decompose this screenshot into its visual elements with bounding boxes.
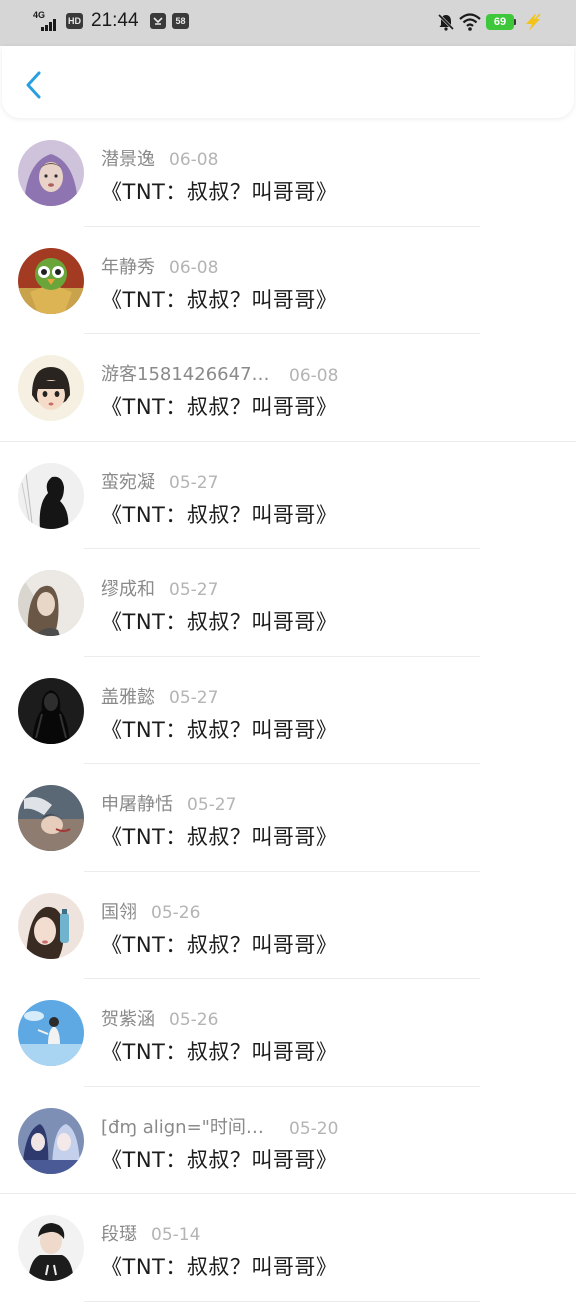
sender-name: 蛮宛凝 (101, 471, 155, 493)
divider (84, 1300, 480, 1302)
sender-name: 盖雅懿 (101, 686, 155, 708)
hd-voice-icon: HD (66, 13, 83, 29)
message-date: 06-08 (169, 150, 219, 170)
message-meta: 潜景逸 06-08 (101, 145, 218, 171)
message-list: 潜景逸 06-08 《TNT：叔叔？叫哥哥》 年静秀 06-08 《TNT：叔叔？叫… (0, 119, 576, 1302)
list-item[interactable]: 缪成和 05-27 《TNT：叔叔？叫哥哥》 (0, 549, 576, 657)
avatar[interactable] (18, 677, 84, 744)
mute-bell-icon (437, 13, 455, 31)
message-meta: 盖雅懿 05-27 (101, 683, 218, 709)
avatar[interactable] (18, 785, 84, 851)
message-title: 《TNT：叔叔？叫哥哥》 (101, 717, 338, 742)
message-meta: 贺紫涵 05-26 (101, 1005, 218, 1031)
message-title: 《TNT：叔叔？叫哥哥》 (101, 502, 338, 527)
list-item[interactable]: 游客1581426647… 06-08 《TNT：叔叔？叫哥哥》 (0, 334, 576, 442)
avatar[interactable] (18, 570, 84, 636)
message-date: 06-08 (169, 257, 219, 278)
message-title: 《TNT：叔叔？叫哥哥》 (101, 932, 338, 957)
message-meta: 国翎 05-26 (101, 898, 200, 924)
message-title: 《TNT：叔叔？叫哥哥》 (101, 1255, 338, 1279)
sender-name: 游客1581426647… (101, 364, 270, 385)
message-meta: 缪成和 05-27 (101, 575, 218, 601)
message-meta: 段璱 05-14 (101, 1220, 200, 1246)
list-item[interactable]: 蛮宛凝 05-27 《TNT：叔叔？叫哥哥》 (0, 442, 576, 549)
sender-name: 贺紫涵 (101, 1009, 155, 1030)
avatar[interactable] (18, 140, 84, 206)
message-meta: 申屠静恬 05-27 (101, 790, 236, 816)
app-notification-icon (150, 13, 166, 29)
list-item[interactable]: 年静秀 06-08 《TNT：叔叔？叫哥哥》 (0, 227, 576, 334)
top-app-bar (2, 46, 574, 118)
message-date: 05-14 (151, 1225, 201, 1245)
message-title: 《TNT：叔叔？叫哥哥》 (101, 1040, 338, 1064)
message-meta: [đɱ align="时间… 05-20 (101, 1113, 338, 1139)
battery-level: 69 (486, 14, 514, 30)
message-title: 《TNT：叔叔？叫哥哥》 (101, 610, 338, 634)
avatar[interactable] (18, 462, 84, 529)
message-meta: 游客1581426647… 06-08 (101, 360, 338, 386)
wifi-icon (459, 13, 481, 31)
message-date: 05-27 (169, 580, 219, 600)
message-date: 05-20 (289, 1118, 339, 1139)
chevron-left-icon (26, 71, 41, 99)
sender-name: [đɱ align="时间… (101, 1116, 264, 1138)
message-date: 05-27 (187, 795, 237, 815)
message-meta: 年静秀 06-08 (101, 253, 218, 279)
message-date: 05-27 (169, 472, 219, 493)
message-title: 《TNT：叔叔？叫哥哥》 (101, 825, 338, 849)
charging-bolt-icon (526, 13, 541, 31)
sender-name: 国翎 (101, 901, 137, 923)
sender-name: 段璱 (101, 1224, 137, 1245)
sender-name: 潜景逸 (101, 149, 155, 170)
avatar[interactable] (18, 247, 84, 314)
list-item[interactable]: 段璱 05-14 《TNT：叔叔？叫哥哥》 (0, 1194, 576, 1302)
battery-cap (514, 19, 516, 25)
notification-count-badge: 58 (172, 13, 189, 29)
message-date: 05-26 (151, 902, 201, 923)
list-item[interactable]: 国翎 05-26 《TNT：叔叔？叫哥哥》 (0, 872, 576, 979)
message-date: 06-08 (289, 366, 339, 386)
list-item[interactable]: 潜景逸 06-08 《TNT：叔叔？叫哥哥》 (0, 119, 576, 227)
status-bar: 4G HD 21:44 58 69 (0, 0, 576, 46)
message-date: 05-27 (169, 687, 219, 708)
message-title: 《TNT：叔叔？叫哥哥》 (101, 287, 338, 312)
avatar[interactable] (18, 892, 84, 959)
list-item[interactable]: 贺紫涵 05-26 《TNT：叔叔？叫哥哥》 (0, 979, 576, 1087)
message-title: 《TNT：叔叔？叫哥哥》 (101, 180, 338, 204)
message-date: 05-26 (169, 1010, 219, 1030)
message-title: 《TNT：叔叔？叫哥哥》 (101, 395, 338, 419)
list-item[interactable]: 申屠静恬 05-27 《TNT：叔叔？叫哥哥》 (0, 764, 576, 872)
sender-name: 年静秀 (101, 256, 155, 278)
sender-name: 申屠静恬 (101, 794, 173, 815)
back-button[interactable] (16, 66, 52, 102)
message-meta: 蛮宛凝 05-27 (101, 468, 218, 494)
list-item[interactable]: [đɱ align="时间… 05-20 《TNT：叔叔？叫哥哥》 (0, 1087, 576, 1194)
avatar[interactable] (18, 1215, 84, 1281)
status-time: 21:44 (91, 10, 139, 31)
sender-name: 缪成和 (101, 579, 155, 600)
avatar[interactable] (18, 355, 84, 421)
list-item[interactable]: 盖雅懿 05-27 《TNT：叔叔？叫哥哥》 (0, 657, 576, 764)
message-title: 《TNT：叔叔？叫哥哥》 (101, 1147, 338, 1172)
avatar[interactable] (18, 1000, 84, 1066)
cellular-signal-icon: 4G (33, 10, 59, 33)
avatar[interactable] (18, 1107, 84, 1174)
